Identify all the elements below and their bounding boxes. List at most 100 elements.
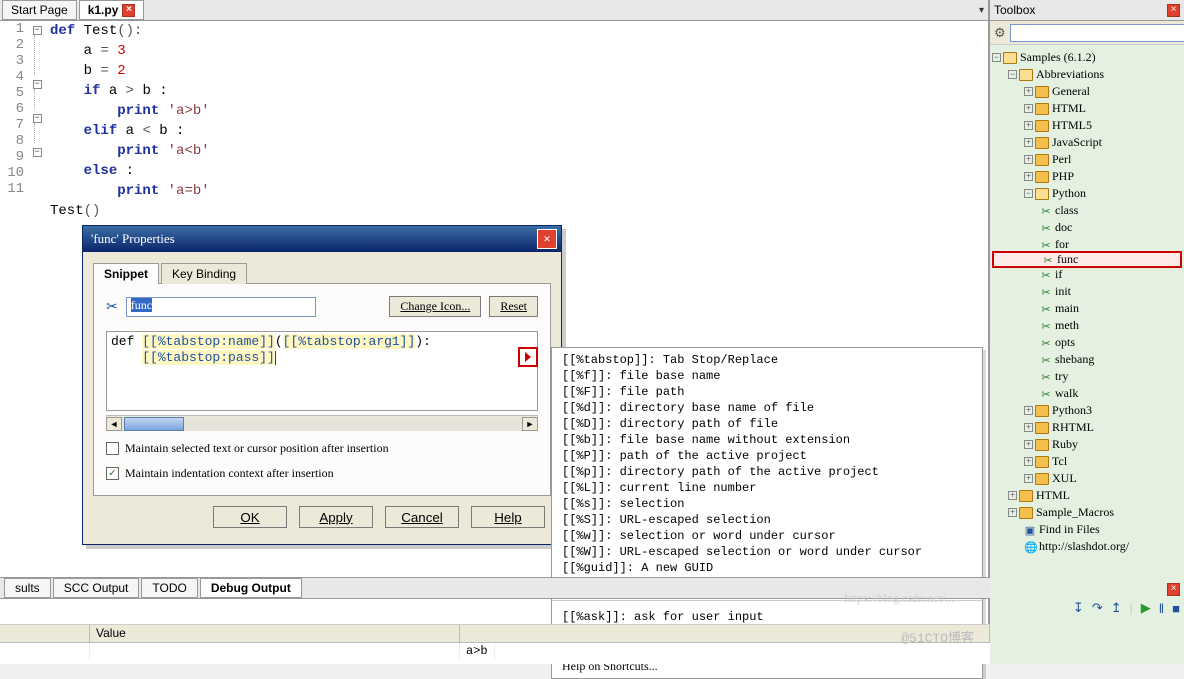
fold-toggle[interactable]: − bbox=[33, 114, 42, 123]
shortcut-item[interactable]: [[%P]]: path of the active project bbox=[562, 448, 972, 464]
toolbox-tree[interactable]: −Samples (6.1.2) −Abbreviations +General… bbox=[990, 45, 1184, 664]
col-value: Value bbox=[90, 625, 460, 642]
tree-leaf[interactable]: http://slashdot.org/ bbox=[1039, 539, 1129, 554]
tab-results[interactable]: sults bbox=[4, 578, 51, 598]
fold-toggle[interactable]: − bbox=[33, 80, 42, 89]
tree-leaf-func[interactable]: func bbox=[1057, 252, 1078, 267]
shortcut-item[interactable]: [[%ask]]: ask for user input bbox=[562, 609, 972, 625]
tab-k1py[interactable]: k1.py× bbox=[79, 0, 145, 20]
h-scrollbar[interactable]: ◄ ► bbox=[106, 415, 538, 431]
tree-node[interactable]: RHTML bbox=[1052, 420, 1094, 435]
tab-debug-output[interactable]: Debug Output bbox=[200, 578, 302, 598]
stop-icon[interactable]: ■ bbox=[1172, 601, 1180, 616]
gear-icon[interactable]: ⚙ bbox=[994, 25, 1006, 41]
tree-node[interactable]: Abbreviations bbox=[1036, 67, 1104, 82]
pause-icon[interactable]: ‖ bbox=[1159, 601, 1164, 616]
snippet-icon: ✂ bbox=[1040, 354, 1052, 366]
tree-node-python[interactable]: Python bbox=[1052, 186, 1086, 201]
shortcut-item[interactable]: [[%S]]: URL-escaped selection bbox=[562, 512, 972, 528]
snippet-icon: ✂ bbox=[1040, 371, 1052, 383]
tree-node[interactable]: Perl bbox=[1052, 152, 1071, 167]
tab-key-binding[interactable]: Key Binding bbox=[161, 263, 247, 284]
tree-leaf[interactable]: shebang bbox=[1055, 352, 1094, 367]
play-icon[interactable]: ▶ bbox=[1141, 600, 1151, 616]
close-icon[interactable]: × bbox=[1167, 583, 1180, 596]
code-area[interactable]: def Test(): a = 3 b = 2 if a > b : print… bbox=[50, 21, 988, 241]
tab-start-page[interactable]: Start Page bbox=[2, 0, 77, 20]
fold-toggle[interactable]: − bbox=[33, 148, 42, 157]
scissors-icon: ✂ bbox=[106, 298, 118, 315]
shortcut-item[interactable]: [[%s]]: selection bbox=[562, 496, 972, 512]
step-over-icon[interactable]: ↷ bbox=[1092, 600, 1103, 616]
fold-gutter: − − − − bbox=[30, 21, 44, 157]
tree-leaf[interactable]: main bbox=[1055, 301, 1079, 316]
apply-button[interactable]: Apply bbox=[299, 506, 373, 528]
chevron-down-icon[interactable]: ▾ bbox=[979, 5, 984, 16]
shortcut-item[interactable]: [[%p]]: directory path of the active pro… bbox=[562, 464, 972, 480]
scroll-left-icon[interactable]: ◄ bbox=[106, 417, 122, 431]
shortcut-item[interactable]: [[%f]]: file base name bbox=[562, 368, 972, 384]
checkbox-label: Maintain selected text or cursor positio… bbox=[125, 441, 389, 456]
change-icon-button[interactable]: Change Icon... bbox=[389, 296, 481, 317]
tree-node[interactable]: General bbox=[1052, 84, 1090, 99]
reset-button[interactable]: Reset bbox=[489, 296, 538, 317]
tree-node[interactable]: HTML bbox=[1052, 101, 1086, 116]
tree-node[interactable]: JavaScript bbox=[1052, 135, 1102, 150]
step-in-icon[interactable]: ↧ bbox=[1073, 600, 1084, 616]
shortcut-item[interactable]: [[%tabstop]]: Tab Stop/Replace bbox=[562, 352, 972, 368]
tab-snippet[interactable]: Snippet bbox=[93, 263, 159, 284]
toolbox-search-input[interactable] bbox=[1010, 24, 1184, 42]
tree-leaf[interactable]: meth bbox=[1055, 318, 1079, 333]
snippet-name-input[interactable]: func bbox=[126, 297, 316, 317]
shortcut-item[interactable]: [[%D]]: directory path of file bbox=[562, 416, 972, 432]
tree-leaf[interactable]: Find in Files bbox=[1039, 522, 1100, 537]
help-button[interactable]: Help bbox=[471, 506, 545, 528]
shortcut-item[interactable]: [[%d]]: directory base name of file bbox=[562, 400, 972, 416]
close-icon[interactable]: × bbox=[122, 4, 135, 17]
tree-leaf[interactable]: opts bbox=[1055, 335, 1075, 350]
tree-node[interactable]: Sample_Macros bbox=[1036, 505, 1114, 520]
tree-node[interactable]: HTML bbox=[1036, 488, 1070, 503]
shortcut-item[interactable]: [[%L]]: current line number bbox=[562, 480, 972, 496]
tab-todo[interactable]: TODO bbox=[141, 578, 197, 598]
shortcut-expand-button[interactable] bbox=[518, 347, 538, 367]
tree-leaf[interactable]: doc bbox=[1055, 220, 1072, 235]
tree-node[interactable]: Tcl bbox=[1052, 454, 1067, 469]
tab-label: Start Page bbox=[11, 3, 68, 17]
ok-button[interactable]: OK bbox=[213, 506, 287, 528]
shortcut-item[interactable]: [[%guid]]: A new GUID bbox=[562, 560, 972, 576]
func-properties-dialog: 'func' Properties × Snippet Key Binding … bbox=[82, 225, 562, 545]
cancel-button[interactable]: Cancel bbox=[385, 506, 459, 528]
close-icon[interactable]: × bbox=[537, 229, 557, 249]
debug-table: Value a>b bbox=[0, 624, 990, 664]
tree-leaf[interactable]: walk bbox=[1055, 386, 1078, 401]
snippet-body-editor[interactable]: def [[%tabstop:name]]([[%tabstop:arg1]])… bbox=[106, 331, 538, 411]
tree-node[interactable]: XUL bbox=[1052, 471, 1077, 486]
tree-node[interactable]: PHP bbox=[1052, 169, 1074, 184]
shortcut-item[interactable]: [[%b]]: file base name without extension bbox=[562, 432, 972, 448]
tree-node[interactable]: HTML5 bbox=[1052, 118, 1092, 133]
shortcut-item[interactable]: [[%W]]: URL-escaped selection or word un… bbox=[562, 544, 972, 560]
tree-leaf[interactable]: class bbox=[1055, 203, 1078, 218]
fold-toggle[interactable]: − bbox=[33, 26, 42, 35]
dialog-titlebar[interactable]: 'func' Properties × bbox=[83, 226, 561, 252]
debug-toolbar: ↧ ↷ ↥ | ▶ ‖ ■ bbox=[1073, 597, 1180, 619]
close-icon[interactable]: × bbox=[1167, 4, 1180, 17]
shortcut-item[interactable]: [[%F]]: file path bbox=[562, 384, 972, 400]
shortcut-item[interactable]: [[%w]]: selection or word under cursor bbox=[562, 528, 972, 544]
tree-leaf[interactable]: if bbox=[1055, 267, 1062, 282]
snippet-icon: ✂ bbox=[1042, 254, 1054, 266]
bottom-tabs: sults SCC Output TODO Debug Output bbox=[0, 577, 990, 599]
tree-leaf[interactable]: try bbox=[1055, 369, 1068, 384]
tree-leaf[interactable]: init bbox=[1055, 284, 1071, 299]
tree-leaf[interactable]: for bbox=[1055, 237, 1069, 252]
checkbox-maintain-selected[interactable] bbox=[106, 442, 119, 455]
tree-node[interactable]: Samples (6.1.2) bbox=[1020, 50, 1096, 65]
scroll-thumb[interactable] bbox=[124, 417, 184, 431]
tree-node[interactable]: Python3 bbox=[1052, 403, 1092, 418]
step-out-icon[interactable]: ↥ bbox=[1111, 600, 1122, 616]
scroll-right-icon[interactable]: ► bbox=[522, 417, 538, 431]
checkbox-maintain-indent[interactable] bbox=[106, 467, 119, 480]
tab-scc-output[interactable]: SCC Output bbox=[53, 578, 140, 598]
tree-node[interactable]: Ruby bbox=[1052, 437, 1078, 452]
